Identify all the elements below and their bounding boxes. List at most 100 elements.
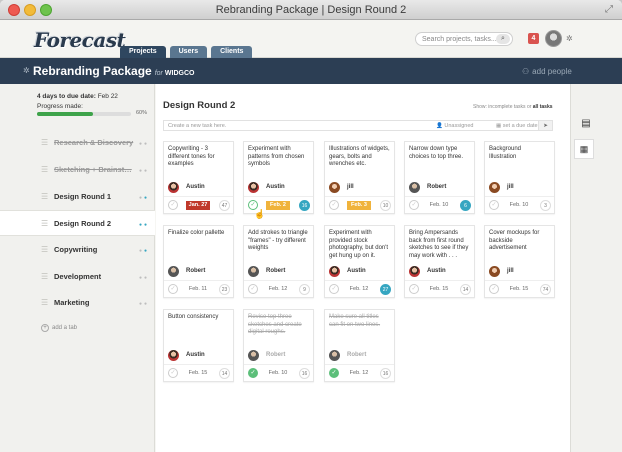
comment-count-badge[interactable]: 23 (219, 284, 230, 295)
comment-count-badge[interactable]: 16 (299, 200, 310, 211)
due-date-badge[interactable]: Feb. 11 (186, 285, 210, 294)
complete-checkbox-icon[interactable]: ✓ (489, 200, 499, 210)
new-task-input[interactable]: Create a new task here. 👤 Unassigned ▦ s… (163, 120, 553, 131)
filter-all-link[interactable]: all tasks (533, 104, 553, 110)
due-date-badge[interactable]: Feb. 10 (427, 201, 451, 210)
task-card[interactable]: Experiment with provided stock photograp… (324, 225, 395, 298)
task-card[interactable]: Experiment with patterns from chosen sym… (243, 141, 314, 214)
project-client[interactable]: WIDGCO (165, 70, 195, 77)
drag-handle-icon[interactable]: ☰ (41, 219, 48, 228)
drag-handle-icon[interactable]: ☰ (41, 298, 48, 307)
task-title[interactable]: Experiment with patterns from chosen sym… (248, 146, 309, 169)
task-title[interactable]: Make sure all titles can fit on two line… (329, 314, 390, 329)
add-tab-button[interactable]: + add a tab (41, 324, 77, 332)
sidebar-item-design-round-1[interactable]: ☰ Design Round 1 ●● (0, 184, 155, 210)
logo[interactable]: Forecast (34, 28, 126, 52)
tab-projects[interactable]: Projects (120, 46, 166, 58)
tab-users[interactable]: Users (169, 46, 208, 58)
task-title[interactable]: Cover mockups for backside advertisement (489, 230, 550, 253)
task-title[interactable]: Revise top three sketches and create dig… (248, 314, 309, 337)
task-title[interactable]: Copywriting - 3 different tones for exam… (168, 146, 229, 169)
complete-checkbox-icon[interactable]: ✓ (329, 200, 339, 210)
complete-checkbox-icon[interactable]: ✓ (409, 200, 419, 210)
sidebar-item-sketching[interactable]: ☰ Sketching + Brainst… ●● (0, 157, 155, 183)
sidebar-item-copywriting[interactable]: ☰ Copywriting ●● (0, 237, 155, 263)
task-card[interactable]: Copywriting - 3 different tones for exam… (163, 141, 234, 214)
task-card[interactable]: Background Illustration Jill ✓ Feb. 10 3 (484, 141, 555, 214)
due-date-badge[interactable]: Feb. 12 (347, 369, 371, 378)
task-title[interactable]: Narrow down type choices to top three. (409, 146, 470, 161)
comment-count-badge[interactable]: 27 (380, 284, 391, 295)
sidebar-item-marketing[interactable]: ☰ Marketing ●● (0, 290, 155, 316)
task-card[interactable]: Revise top three sketches and create dig… (243, 309, 314, 382)
comment-count-badge[interactable]: 47 (219, 200, 230, 211)
due-date-badge[interactable]: Feb. 12 (347, 285, 371, 294)
project-settings-gear-icon[interactable]: ✲ (23, 66, 30, 75)
task-title[interactable]: Add strokes to triangle "frames" - try d… (248, 230, 309, 253)
task-title[interactable]: Experiment with provided stock photograp… (329, 230, 390, 260)
drag-handle-icon[interactable]: ☰ (41, 192, 48, 201)
comment-count-badge[interactable]: 16 (380, 368, 391, 379)
due-date-badge[interactable]: Feb. 15 (507, 285, 531, 294)
complete-checkbox-icon[interactable]: ✓ (329, 368, 339, 378)
comment-count-badge[interactable]: 3 (540, 200, 551, 211)
task-card[interactable]: Button consistency Austin ✓ Feb. 15 14 (163, 309, 234, 382)
due-date-badge[interactable]: Feb. 15 (427, 285, 451, 294)
sidebar-item-design-round-2[interactable]: ☰ Design Round 2 ●● (0, 210, 155, 236)
fullscreen-icon[interactable]: ⤢ (605, 4, 616, 15)
due-date-badge[interactable]: Feb. 3 (347, 201, 371, 210)
due-date-badge[interactable]: Feb. 10 (507, 201, 531, 210)
drag-handle-icon[interactable]: ☰ (41, 245, 48, 254)
complete-checkbox-icon[interactable]: ✓ (329, 284, 339, 294)
complete-checkbox-icon[interactable]: ✓ (489, 284, 499, 294)
assignee-select[interactable]: 👤 Unassigned (436, 121, 473, 131)
comment-count-badge[interactable]: 10 (380, 200, 391, 211)
calendar-view-icon[interactable]: ▦ (574, 139, 594, 159)
due-date-badge[interactable]: Feb. 15 (186, 369, 210, 378)
add-people-button[interactable]: ⚇ add people (522, 67, 575, 76)
settings-gear-icon[interactable]: ✲ (566, 34, 573, 43)
due-date-picker[interactable]: ▦ set a due date (496, 121, 538, 131)
task-card[interactable]: Illustrations of widgets, gears, bolts a… (324, 141, 395, 214)
tab-clients[interactable]: Clients (211, 46, 253, 58)
task-card[interactable]: Narrow down type choices to top three. Ro… (404, 141, 475, 214)
complete-checkbox-icon[interactable]: ✓ (248, 284, 258, 294)
task-title[interactable]: Background Illustration (489, 146, 550, 161)
task-title[interactable]: Finalize color pallette (168, 230, 229, 238)
task-card[interactable]: Bring Ampersands back from first round s… (404, 225, 475, 298)
comment-count-badge[interactable]: 14 (460, 284, 471, 295)
task-title[interactable]: Bring Ampersands back from first round s… (409, 230, 470, 260)
filter-incomplete-link[interactable]: incomplete tasks (488, 104, 525, 110)
task-title[interactable]: Button consistency (168, 314, 229, 322)
drag-handle-icon[interactable]: ☰ (41, 165, 48, 174)
complete-checkbox-icon[interactable]: ✓ (168, 284, 178, 294)
due-date-badge[interactable]: Feb. 10 (266, 369, 290, 378)
comment-count-badge[interactable]: 74 (540, 284, 551, 295)
search-icon[interactable]: ⌕ (496, 34, 510, 44)
comment-count-badge[interactable]: 9 (299, 284, 310, 295)
user-avatar[interactable] (545, 30, 562, 47)
sidebar-item-research[interactable]: ☰ Research & Discovery ●● (0, 130, 155, 156)
complete-checkbox-icon[interactable]: ✓ (409, 284, 419, 294)
sidebar-item-development[interactable]: ☰ Development ●● (0, 264, 155, 290)
task-card[interactable]: Make sure all titles can fit on two line… (324, 309, 395, 382)
complete-checkbox-icon[interactable]: ✓ (168, 368, 178, 378)
notes-icon[interactable]: ▤ (579, 118, 593, 132)
notification-badge[interactable]: 4 (528, 33, 539, 44)
complete-checkbox-icon[interactable]: ✓ (168, 200, 178, 210)
task-card[interactable]: Add strokes to triangle "frames" - try d… (243, 225, 314, 298)
drag-handle-icon[interactable]: ☰ (41, 138, 48, 147)
task-card[interactable]: Cover mockups for backside advertisement… (484, 225, 555, 298)
comment-count-badge[interactable]: 16 (299, 368, 310, 379)
task-card[interactable]: Finalize color pallette Robert ✓ Feb. 11 23 (163, 225, 234, 298)
drag-handle-icon[interactable]: ☰ (41, 272, 48, 281)
complete-checkbox-icon[interactable]: ✓ (248, 368, 258, 378)
comment-count-badge[interactable]: 14 (219, 368, 230, 379)
due-date-badge[interactable]: Feb. 2 (266, 201, 290, 210)
submit-arrow-icon[interactable]: ➤ (538, 121, 552, 130)
due-date-badge[interactable]: Jan. 27 (186, 201, 210, 210)
comment-count-badge[interactable]: 6 (460, 200, 471, 211)
task-title[interactable]: Illustrations of widgets, gears, bolts a… (329, 146, 390, 169)
search-input[interactable]: Search projects, tasks... ⌕ (415, 32, 513, 46)
due-date-badge[interactable]: Feb. 12 (266, 285, 290, 294)
